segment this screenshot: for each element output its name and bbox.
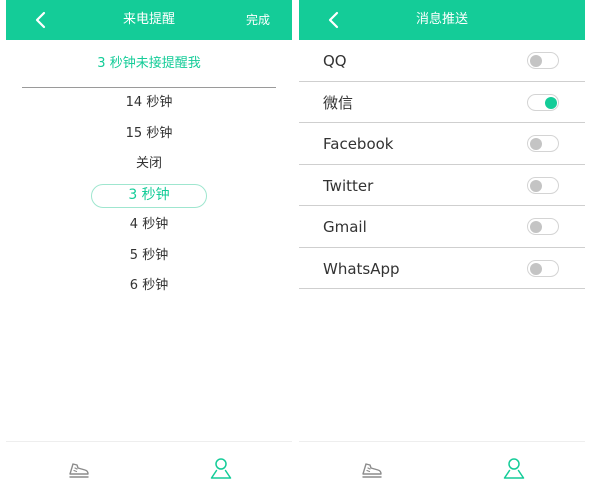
picker-option[interactable]: 关闭 xyxy=(6,149,292,180)
list-item: Twitter xyxy=(299,165,585,206)
delay-picker[interactable]: 14 秒钟 15 秒钟关闭 3 秒钟 4 秒钟 5 秒钟 6 秒钟 xyxy=(6,88,292,302)
push-app-list: QQ 微信 Facebook Twitter Gmail WhatsApp xyxy=(299,40,585,289)
toggle-knob xyxy=(530,55,542,67)
bottom-nav xyxy=(6,441,292,500)
push-toggle[interactable] xyxy=(527,52,559,69)
list-item: 微信 xyxy=(299,82,585,123)
picker-option-label: 14 秒钟 xyxy=(125,95,173,110)
picker-option-label: 关闭 xyxy=(135,156,162,171)
message-push-screen: 消息推送 QQ 微信 Facebook Twitter Gmail WhatsApp xyxy=(299,0,585,500)
shoe-icon[interactable] xyxy=(360,456,384,480)
picker-option-label: 15 秒钟 xyxy=(125,125,173,141)
person-icon[interactable] xyxy=(502,456,526,480)
list-item: Facebook xyxy=(299,123,585,165)
list-item: WhatsApp xyxy=(299,248,585,289)
page-title: 消息推送 xyxy=(415,12,468,27)
picker-option-selected[interactable]: 3 秒钟 xyxy=(6,180,292,211)
picker-option-label: 6 秒钟 xyxy=(129,278,169,293)
push-toggle[interactable] xyxy=(527,218,559,235)
picker-option[interactable]: 6 秒钟 xyxy=(6,271,292,302)
toggle-knob xyxy=(545,96,557,109)
app-label: WhatsApp xyxy=(323,259,400,278)
app-label: Gmail xyxy=(323,218,367,236)
picker-option-label: 3 秒钟 xyxy=(128,186,170,203)
person-icon[interactable] xyxy=(209,456,233,480)
toggle-knob xyxy=(530,179,542,192)
push-toggle[interactable] xyxy=(527,259,559,277)
toggle-knob xyxy=(530,138,542,150)
bottom-nav xyxy=(299,441,585,500)
message-push-header: 消息推送 xyxy=(299,0,585,40)
shoe-icon[interactable] xyxy=(67,456,91,480)
toggle-knob xyxy=(530,221,542,233)
call-reminder-header: 来电提醒 完成 xyxy=(6,0,292,40)
call-reminder-screen: 来电提醒 完成 3 秒钟未接提醒我 14 秒钟 15 秒钟关闭 3 秒钟 4 秒钟 5 … xyxy=(6,0,292,500)
picker-option-label: 4 秒钟 xyxy=(129,217,169,232)
push-toggle[interactable] xyxy=(527,135,559,152)
app-label: Facebook xyxy=(323,135,394,153)
push-toggle[interactable] xyxy=(527,176,559,194)
list-item: Gmail xyxy=(299,206,585,248)
picker-option[interactable]: 14 秒钟 xyxy=(6,88,292,119)
picker-option-label: 5 秒钟 xyxy=(129,247,169,263)
picker-option[interactable]: 5 秒钟 xyxy=(6,241,292,272)
push-toggle[interactable] xyxy=(527,93,559,111)
toggle-knob xyxy=(530,262,542,275)
app-label: 微信 xyxy=(323,93,354,112)
done-button[interactable]: 完成 xyxy=(246,11,270,29)
app-label: Twitter xyxy=(323,176,374,195)
reminder-prompt: 3 秒钟未接提醒我 xyxy=(97,56,201,71)
list-item: QQ xyxy=(299,40,585,82)
picker-option[interactable]: 15 秒钟 xyxy=(6,119,292,150)
picker-option[interactable]: 4 秒钟 xyxy=(6,210,292,241)
app-label: QQ xyxy=(323,52,347,70)
